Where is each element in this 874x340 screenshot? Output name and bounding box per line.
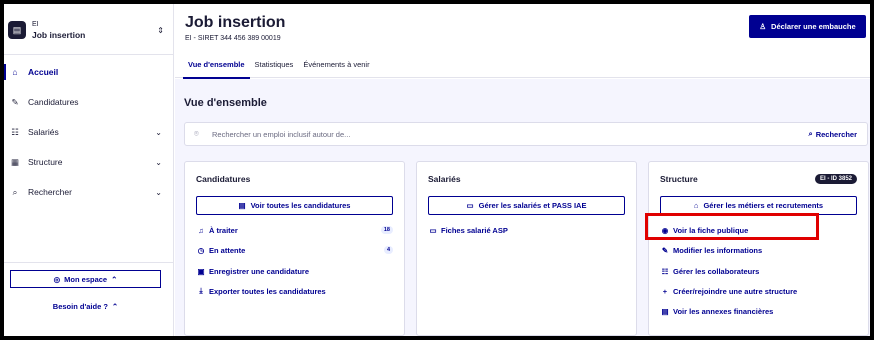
chevron-up-icon: ⌃ — [111, 301, 119, 311]
tab-vue-ensemble[interactable]: Vue d'ensemble — [183, 56, 250, 79]
button-label: Gérer les métiers et recrutements — [703, 201, 824, 210]
divider — [4, 54, 174, 55]
chevron-down-icon: ⌄ — [155, 157, 162, 167]
link-label: Voir les annexes financières — [673, 306, 774, 316]
sidebar-item-label: Accueil — [28, 67, 59, 77]
manage-employees-button[interactable]: ▭ Gérer les salariés et PASS IAE — [428, 196, 625, 215]
tab-bar: Vue d'ensemble Statistiques Événements à… — [183, 56, 375, 79]
card-title: Candidatures — [196, 174, 251, 184]
sidebar-item-accueil[interactable]: ⌂ Accueil — [4, 60, 168, 84]
sidebar-item-salaries[interactable]: ☷ Salariés ⌄ — [8, 120, 168, 144]
section-title: Vue d'ensemble — [184, 97, 267, 109]
organization-logo-icon: ▤ — [8, 21, 26, 39]
tab-statistiques[interactable]: Statistiques — [250, 56, 299, 79]
button-label: Gérer les salariés et PASS IAE — [478, 201, 587, 210]
id-card-icon: ▭ — [466, 201, 474, 210]
user-circle-icon: ◎ — [53, 274, 61, 284]
organization-name: Job insertion — [32, 30, 86, 40]
link-label: Enregistrer une candidature — [209, 266, 310, 276]
page-header: Job insertion EI - SIRET 344 456 389 000… — [175, 4, 870, 79]
document-icon: ▤ — [238, 201, 246, 210]
chevron-down-icon: ⌄ — [155, 127, 162, 137]
app-window: ▤ EI Job insertion ⇕ ⌂ Accueil ✎ Candida… — [3, 3, 871, 337]
help-label: Besoin d'aide ? — [52, 301, 108, 311]
pencil-icon: ✎ — [661, 245, 669, 255]
search-icon: ⌕ — [12, 186, 18, 197]
link-label: Modifier les informations — [673, 245, 763, 255]
link-en-attente[interactable]: ◷ En attente 4 — [196, 243, 393, 257]
link-fiches-salarie-asp[interactable]: ▭ Fiches salarié ASP — [428, 223, 625, 237]
sidebar-item-rechercher[interactable]: ⌕ Rechercher ⌄ — [8, 180, 168, 204]
link-creer-rejoindre-structure[interactable]: + Créer/rejoindre une autre structure — [660, 284, 857, 298]
id-card-icon: ▭ — [429, 225, 437, 235]
file-icon: ▤ — [661, 306, 669, 316]
chevron-up-icon: ⌃ — [111, 274, 118, 284]
download-icon: ⤓ — [199, 286, 203, 295]
user-add-icon: ♙ — [759, 22, 767, 31]
card-candidatures: Candidatures ▤ Voir toutes les candidatu… — [184, 161, 405, 336]
team-icon: ☷ — [11, 126, 19, 137]
building-icon: ▦ — [10, 156, 20, 167]
mon-espace-button[interactable]: ◎ Mon espace ⌃ — [10, 270, 161, 288]
count-badge: 4 — [383, 246, 393, 254]
link-label: À traiter — [209, 225, 238, 235]
sidebar-item-label: Structure — [28, 157, 63, 167]
card-salaries: Salariés ▭ Gérer les salariés et PASS IA… — [416, 161, 637, 336]
declare-hiring-label: Déclarer une embauche — [771, 22, 856, 31]
search-icon: ⌕ — [808, 129, 813, 138]
link-label: En attente — [209, 245, 246, 255]
search-button-label: Rechercher — [815, 129, 857, 139]
link-gerer-collaborateurs[interactable]: ☷ Gérer les collaborateurs — [660, 264, 857, 278]
search-input[interactable]: Rechercher un emploi inclusif autour de.… — [212, 130, 809, 139]
search-button[interactable]: ⌕ Rechercher — [809, 129, 857, 139]
edit-document-icon: ✎ — [11, 96, 19, 107]
organization-text: EI Job insertion — [32, 20, 157, 40]
plus-icon: + — [662, 286, 668, 296]
team-icon: ☷ — [661, 266, 669, 276]
form-icon: ▣ — [197, 266, 205, 276]
mon-espace-label: Mon espace — [64, 274, 108, 284]
card-structure: Structure EI - ID 3852 ⌂ Gérer les métie… — [648, 161, 869, 336]
home-icon: ⌂ — [12, 67, 18, 77]
card-title: Salariés — [428, 174, 461, 184]
sidebar-item-label: Rechercher — [28, 187, 72, 197]
sidebar: ▤ EI Job insertion ⇕ ⌂ Accueil ✎ Candida… — [4, 4, 174, 336]
siret-subtitle: EI - SIRET 344 456 389 00019 — [185, 35, 281, 42]
sidebar-item-candidatures[interactable]: ✎ Candidatures — [8, 90, 168, 114]
link-label: Fiches salarié ASP — [441, 225, 508, 235]
sidebar-item-structure[interactable]: ▦ Structure ⌄ — [8, 150, 168, 174]
button-label: Voir toutes les candidatures — [250, 201, 351, 210]
view-all-applications-button[interactable]: ▤ Voir toutes les candidatures — [196, 196, 393, 215]
link-label: Exporter toutes les candidatures — [209, 286, 326, 296]
divider — [4, 262, 174, 263]
bell-icon: ♫ — [198, 225, 204, 235]
link-enregistrer-candidature[interactable]: ▣ Enregistrer une candidature — [196, 264, 393, 278]
link-label: Gérer les collaborateurs — [673, 266, 760, 276]
tab-evenements[interactable]: Événements à venir — [298, 56, 374, 79]
help-button[interactable]: Besoin d'aide ? ⌃ — [10, 298, 161, 314]
link-annexes-financieres[interactable]: ▤ Voir les annexes financières — [660, 304, 857, 318]
count-badge: 18 — [380, 226, 393, 234]
clock-icon: ◷ — [197, 245, 205, 255]
highlight-box — [645, 213, 819, 240]
link-a-traiter[interactable]: ♫ À traiter 18 — [196, 223, 393, 237]
card-title: Structure — [660, 174, 698, 184]
sidebar-item-label: Salariés — [28, 127, 59, 137]
store-icon: ⌂ — [693, 201, 699, 210]
location-pin-icon: ⌾ — [194, 129, 199, 138]
sidebar-item-label: Candidatures — [28, 97, 79, 107]
search-bar: ⌾ Rechercher un emploi inclusif autour d… — [184, 122, 868, 146]
organization-switcher[interactable]: ▤ EI Job insertion ⇕ — [8, 12, 168, 48]
chevron-down-icon: ⌄ — [155, 187, 162, 197]
link-exporter-candidatures[interactable]: ⤓ Exporter toutes les candidatures — [196, 284, 393, 298]
updown-chevron-icon: ⇕ — [157, 25, 164, 35]
page-title: Job insertion — [185, 14, 286, 31]
declare-hiring-button[interactable]: ♙ Déclarer une embauche — [749, 15, 866, 38]
main-content: Vue d'ensemble ⌾ Rechercher un emploi in… — [175, 79, 870, 336]
link-modifier-informations[interactable]: ✎ Modifier les informations — [660, 243, 857, 257]
structure-id-badge: EI - ID 3852 — [814, 174, 857, 184]
organization-kind: EI — [32, 21, 39, 28]
link-label: Créer/rejoindre une autre structure — [673, 286, 798, 296]
